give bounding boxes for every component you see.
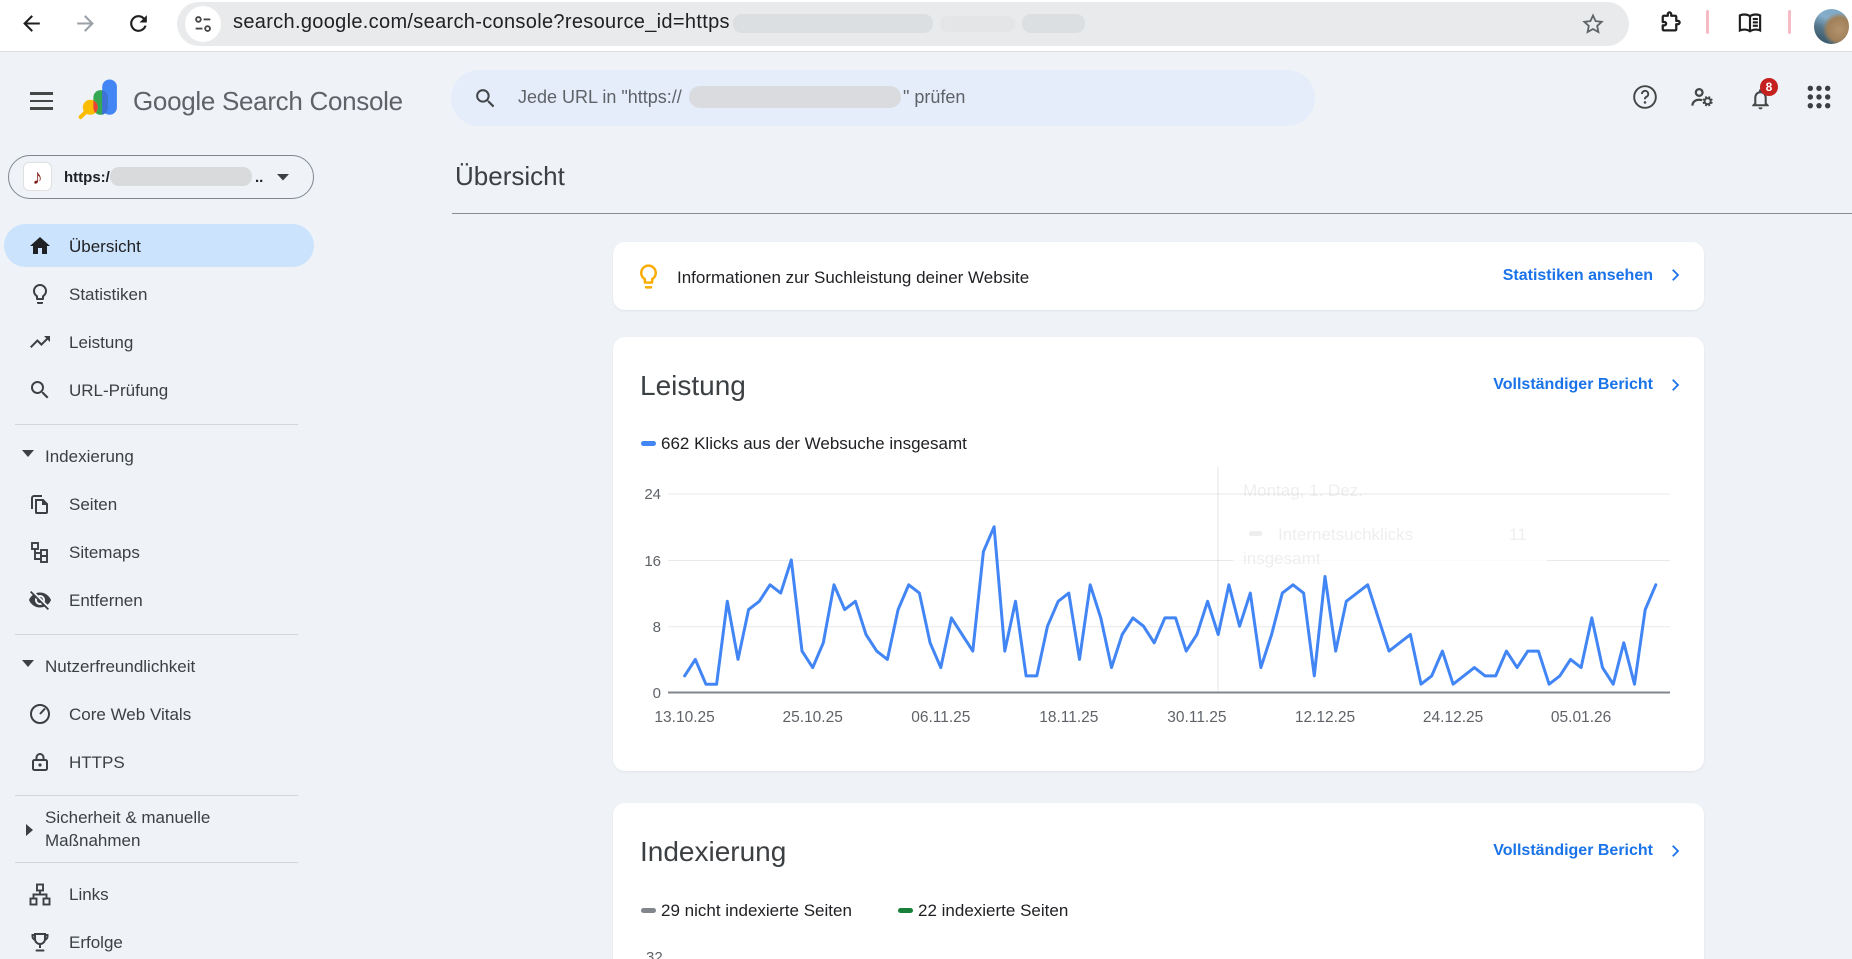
svg-text:25.10.25: 25.10.25 (783, 709, 843, 726)
svg-text:11: 11 (1509, 525, 1527, 544)
svg-text:24.12.25: 24.12.25 (1423, 709, 1483, 726)
svg-text:Montag, 1. Dez.: Montag, 1. Dez. (1243, 481, 1363, 500)
svg-text:8: 8 (653, 619, 661, 636)
svg-text:12.12.25: 12.12.25 (1295, 709, 1355, 726)
svg-text:Internetsuchklicks: Internetsuchklicks (1278, 525, 1413, 544)
svg-text:13.10.25: 13.10.25 (654, 709, 714, 726)
svg-text:30.11.25: 30.11.25 (1167, 709, 1226, 726)
svg-text:insgesamt: insgesamt (1243, 549, 1321, 568)
svg-text:05.01.26: 05.01.26 (1551, 709, 1611, 726)
svg-text:16: 16 (644, 553, 661, 570)
svg-text:24: 24 (644, 486, 661, 503)
svg-text:0: 0 (653, 685, 661, 702)
svg-text:18.11.25: 18.11.25 (1039, 709, 1098, 726)
svg-text:06.11.25: 06.11.25 (911, 709, 970, 726)
